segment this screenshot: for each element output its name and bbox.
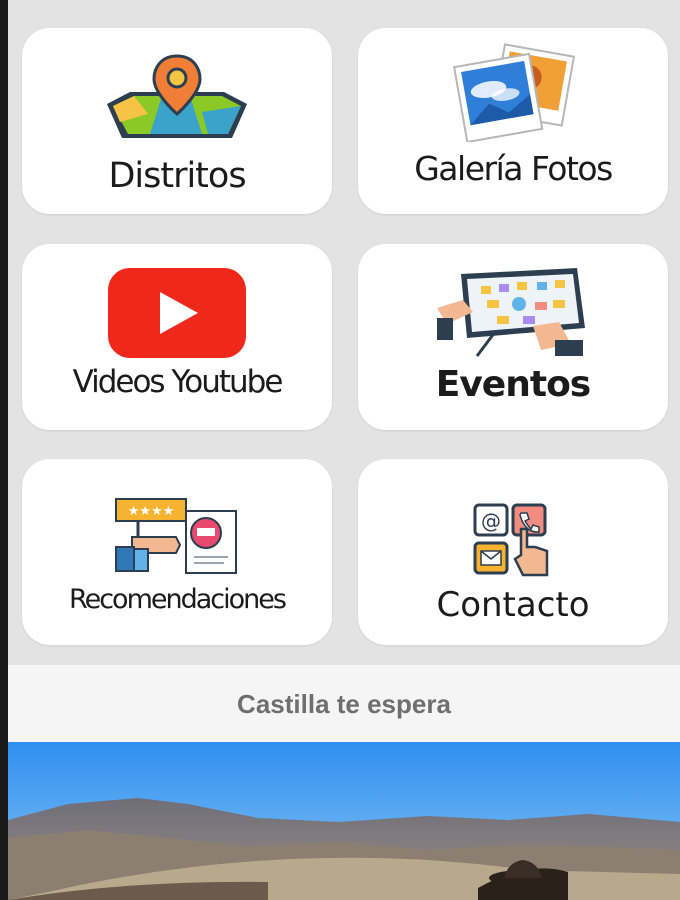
menu-card-contacto[interactable]: @ Contacto	[358, 459, 668, 645]
svg-text:@: @	[481, 509, 501, 533]
menu-card-distritos[interactable]: Distritos	[22, 28, 332, 214]
menu-label-galeria-fotos: Galería Fotos	[414, 149, 613, 188]
menu-card-galeria-fotos[interactable]: Galería Fotos	[358, 28, 668, 214]
menu-label-distritos: Distritos	[108, 156, 246, 196]
menu-label-recomendaciones: Recomendaciones	[69, 584, 287, 615]
recommendation-icon: ★★★★	[115, 498, 237, 574]
menu-grid: Distritos Galería Fotos Videos Youtube E…	[8, 0, 680, 665]
map-pin-icon	[107, 54, 247, 138]
menu-card-recomendaciones[interactable]: ★★★★ Recomendaciones	[22, 459, 332, 645]
photo-gallery-icon	[452, 43, 576, 142]
tagline-text: Castilla te espera	[237, 689, 451, 719]
landscape-photo	[8, 742, 680, 900]
menu-card-videos-youtube[interactable]: Videos Youtube	[22, 244, 332, 430]
menu-card-eventos[interactable]: Eventos	[358, 244, 668, 430]
youtube-icon	[108, 268, 246, 358]
menu-label-eventos: Eventos	[435, 364, 591, 405]
contact-icon: @	[473, 503, 549, 577]
tagline-bar: Castilla te espera	[8, 665, 680, 742]
menu-label-videos-youtube: Videos Youtube	[72, 364, 284, 400]
app-screen: Distritos Galería Fotos Videos Youtube E…	[8, 0, 680, 900]
event-board-icon	[437, 268, 585, 357]
svg-text:★★★★: ★★★★	[128, 504, 175, 519]
menu-label-contacto: Contacto	[436, 585, 590, 625]
